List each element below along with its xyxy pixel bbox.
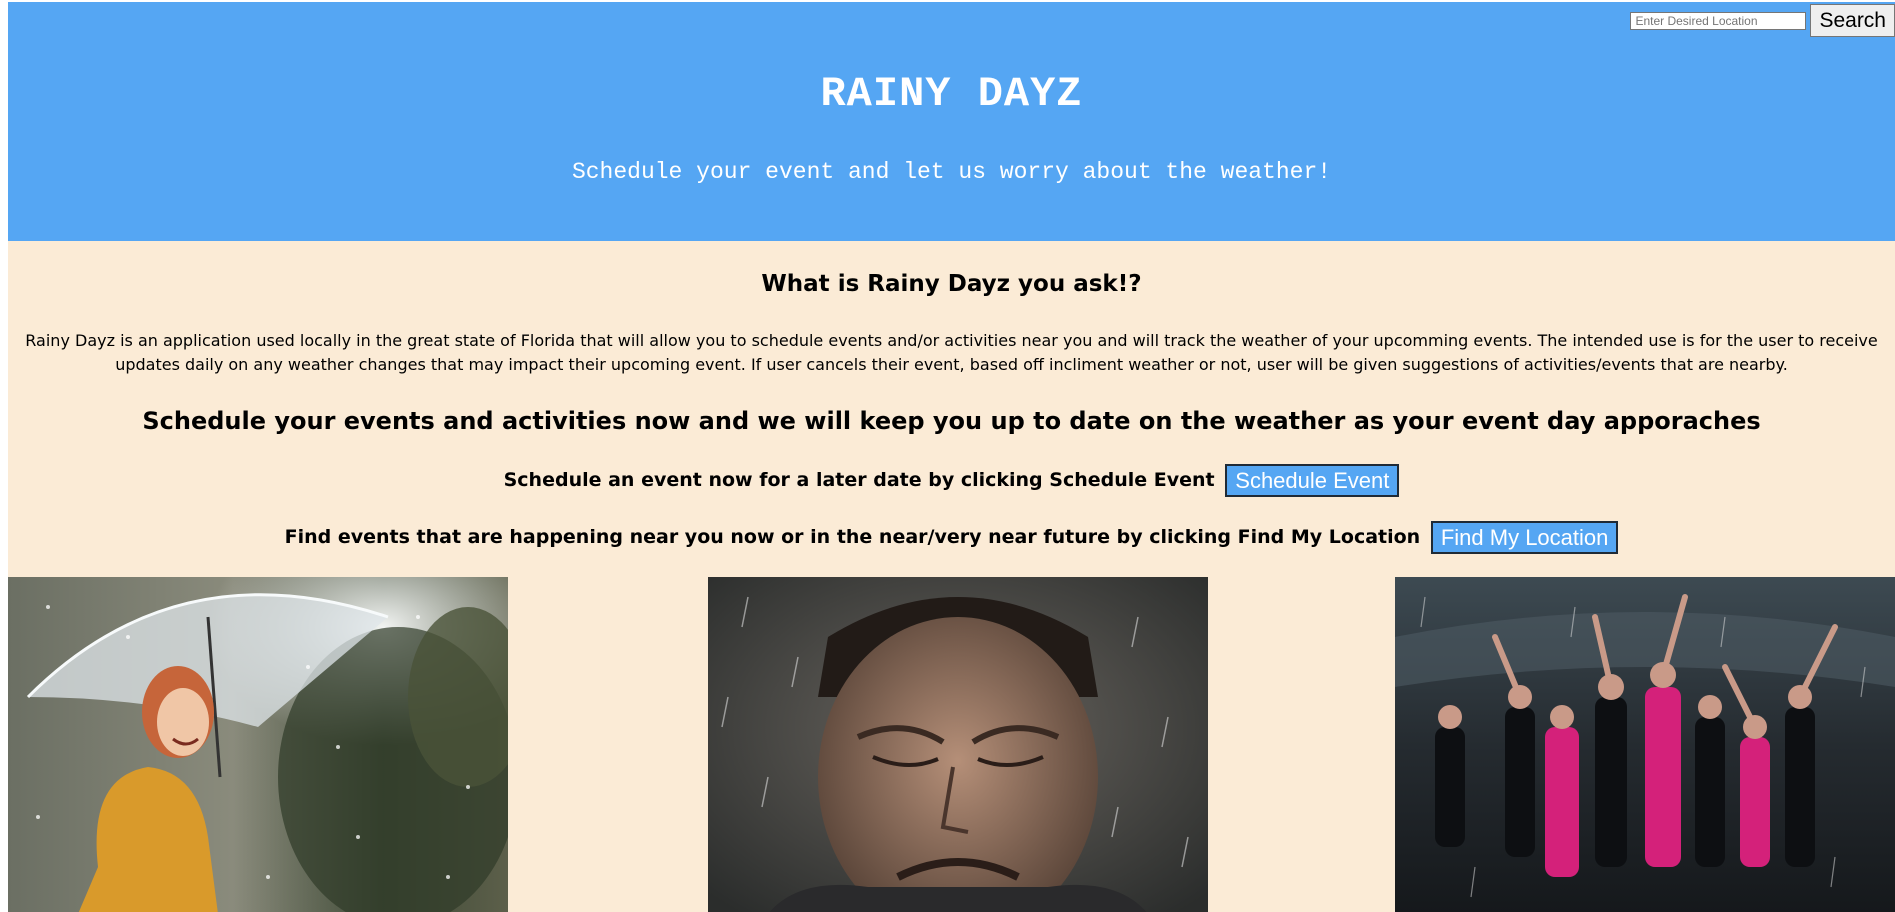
- hero-banner: Search RAINY DAYZ Schedule your event an…: [8, 2, 1895, 241]
- about-description: Rainy Dayz is an application used locall…: [25, 331, 1878, 374]
- search-button[interactable]: Search: [1810, 4, 1895, 37]
- schedule-event-row: Schedule an event now for a later date b…: [8, 463, 1895, 497]
- site-title: RAINY DAYZ: [820, 70, 1083, 118]
- location-search-input[interactable]: [1630, 11, 1807, 30]
- find-my-location-button[interactable]: Find My Location: [1430, 521, 1619, 554]
- schedule-event-button[interactable]: Schedule Event: [1225, 464, 1400, 497]
- page-body: Search RAINY DAYZ Schedule your event an…: [8, 2, 1895, 912]
- find-location-row: Find events that are happening near you …: [8, 520, 1895, 554]
- photo-woman-umbrella: [8, 577, 508, 912]
- photo-crying-man: [708, 577, 1208, 912]
- site-subtitle: Schedule your event and let us worry abo…: [571, 159, 1332, 185]
- photo-dancers-stadium: [1395, 577, 1895, 912]
- about-heading: What is Rainy Dayz you ask!?: [761, 271, 1142, 297]
- search-bar: Search: [1630, 4, 1895, 37]
- schedule-tagline: Schedule your events and activities now …: [142, 407, 1761, 435]
- find-location-instruction: Find events that are happening near you …: [284, 526, 1421, 548]
- schedule-event-instruction: Schedule an event now for a later date b…: [503, 469, 1215, 491]
